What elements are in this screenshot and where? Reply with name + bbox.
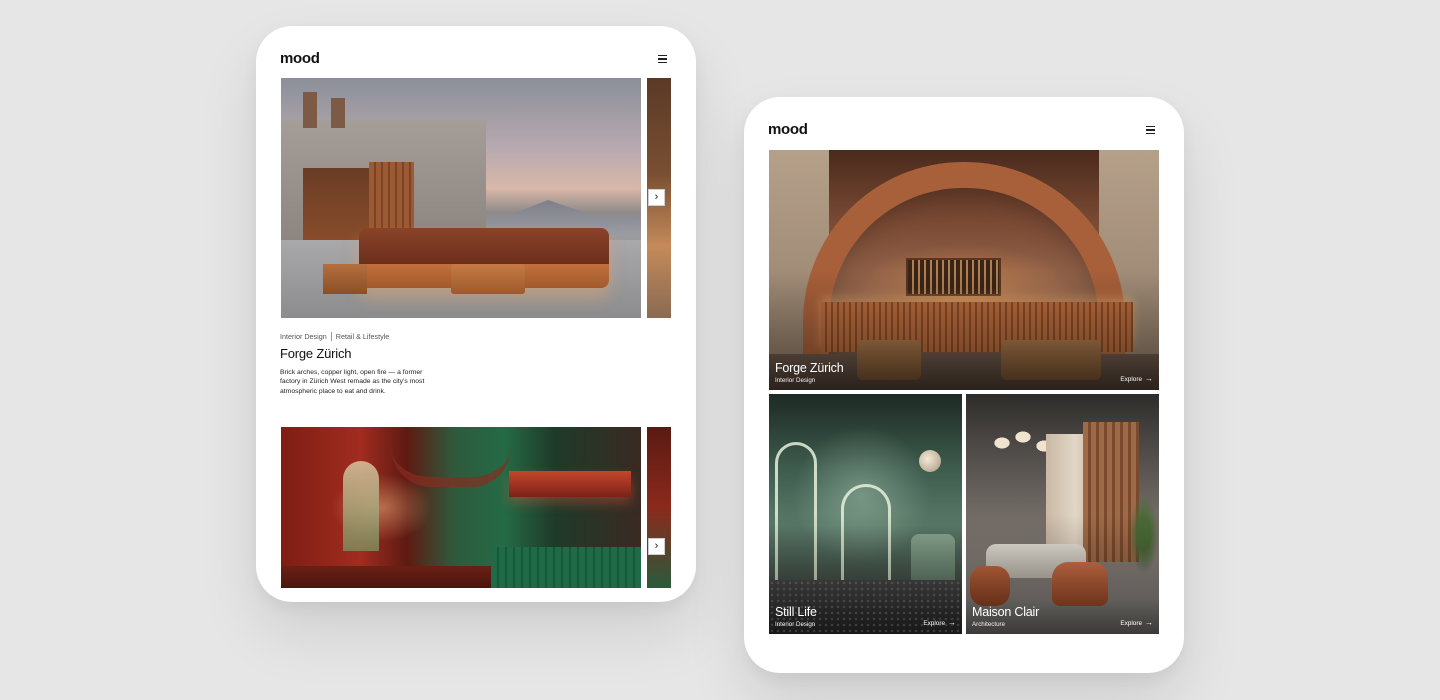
arrow-right-icon: → [948,618,956,627]
site-header: mood [256,26,696,86]
project-categories: Interior Design Retail & Lifestyle [280,332,389,341]
site-header: mood [744,97,1184,157]
tile-category: Interior Design [775,621,816,628]
explore-label: Explore [923,619,945,627]
coffee-table-illustration [451,264,525,294]
chimney-illustration [331,98,345,128]
ceiling-pipe-illustration [391,427,511,487]
project-image-forge-rooftop[interactable] [281,78,641,318]
explore-link[interactable]: Explore → [1120,619,1153,627]
category-separator [330,332,332,341]
menu-icon[interactable] [658,55,667,63]
project-tile-still-life[interactable]: Still Life Interior Design Explore → [769,394,962,634]
tile-title[interactable]: Forge Zürich [775,361,844,375]
arrow-right-icon: → [1145,618,1153,627]
menu-icon[interactable] [1146,126,1155,134]
carousel-next-button[interactable]: › [648,189,665,206]
tile-category: Interior Design [775,377,816,384]
explore-link[interactable]: Explore → [1120,375,1153,383]
kitchen-hood-illustration [509,471,631,497]
tile-category: Architecture [972,621,1006,628]
tile-title[interactable]: Maison Clair [972,605,1039,619]
device-mockup-carousel: mood › Interior Design Retail & Lifestyle… [256,26,696,602]
tile-title[interactable]: Still Life [775,605,817,619]
explore-link[interactable]: Explore → [923,619,956,627]
carousel-next-button[interactable]: › [648,538,665,555]
device-mockup-grid: mood Forge Zürich Interior Design Explor… [744,97,1184,673]
chimney-illustration [303,92,317,128]
carousel-next-image-peek[interactable] [647,427,671,588]
project-description: Brick arches, copper light, open fire — … [280,369,425,395]
explore-label: Explore [1120,375,1142,383]
project-image-restaurant[interactable] [281,427,641,588]
chevron-right-icon: › [654,540,659,552]
chevron-right-icon: › [654,191,659,203]
tiled-counter-illustration [491,547,641,588]
banquette-illustration [281,566,491,588]
arched-window-illustration [343,461,379,551]
category-tag[interactable]: Interior Design [280,332,327,341]
category-tag[interactable]: Retail & Lifestyle [336,332,390,341]
project-tile-forge-zurich[interactable]: Forge Zürich Interior Design Explore → [769,150,1159,390]
explore-label: Explore [1120,619,1142,627]
side-table-illustration [323,264,367,294]
pendant-lamp-illustration [919,450,941,472]
project-tile-maison-clair[interactable]: Maison Clair Architecture Explore → [966,394,1159,634]
logo[interactable]: mood [280,50,320,67]
logo[interactable]: mood [768,121,808,138]
arrow-right-icon: → [1145,374,1153,383]
project-title[interactable]: Forge Zürich [280,346,351,361]
